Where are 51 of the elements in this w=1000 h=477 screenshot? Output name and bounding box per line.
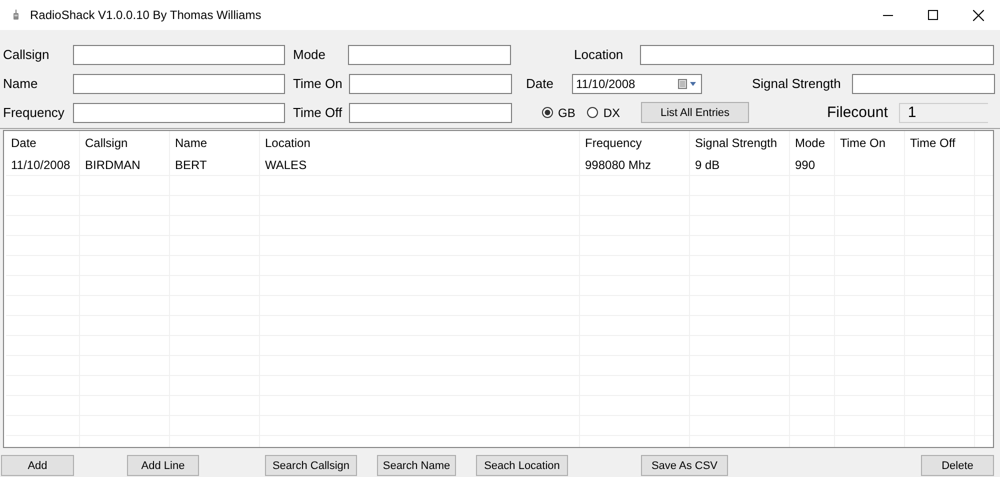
table-cell: 9 dB: [690, 156, 790, 175]
column-header[interactable]: Location: [260, 131, 580, 156]
field-label: Name: [3, 76, 39, 91]
field-label: Callsign: [3, 47, 50, 62]
window-title: RadioShack V1.0.0.10 By Thomas Williams: [30, 8, 262, 22]
action-button[interactable]: Seach Location: [476, 455, 568, 476]
column-header[interactable]: Mode: [790, 131, 835, 156]
field-label: Time Off: [293, 105, 344, 120]
calendar-dropdown-icon[interactable]: [678, 78, 698, 88]
action-button[interactable]: Search Callsign: [265, 455, 357, 476]
column-header[interactable]: Time Off: [905, 131, 975, 156]
column-header[interactable]: Date: [6, 131, 80, 156]
input-field[interactable]: [349, 74, 512, 94]
field-label: Mode: [293, 47, 327, 62]
input-field[interactable]: [73, 44, 285, 64]
table-cell: WALES: [260, 156, 580, 175]
field-label: Time On: [293, 76, 344, 91]
input-field[interactable]: [349, 102, 512, 122]
field-label: Frequency: [3, 105, 66, 120]
column-header[interactable]: Name: [170, 131, 260, 156]
table-cell: 11/10/2008: [6, 156, 80, 175]
table-cell: 998080 Mhz: [580, 156, 690, 175]
input-field[interactable]: [73, 102, 285, 122]
column-header[interactable]: Frequency: [580, 131, 690, 156]
action-button[interactable]: Delete: [921, 455, 994, 476]
table-cell: BIRDMAN: [80, 156, 170, 175]
input-field[interactable]: [348, 44, 511, 64]
date-picker[interactable]: 11/10/2008: [572, 74, 702, 94]
table-cell: BERT: [170, 156, 260, 175]
maximize-icon[interactable]: [928, 10, 938, 20]
column-header[interactable]: Callsign: [80, 131, 170, 156]
action-button[interactable]: Add Line: [127, 455, 199, 476]
field-label: Date: [526, 76, 554, 91]
field-label: Signal Strength: [752, 76, 842, 91]
radio-button[interactable]: GB: [542, 106, 576, 120]
input-field[interactable]: [73, 74, 285, 94]
column-header[interactable]: Signal Strength: [690, 131, 790, 156]
filecount-field: 1: [898, 102, 988, 122]
list-all-button[interactable]: List All Entries: [641, 102, 750, 123]
input-field[interactable]: [640, 44, 994, 64]
column-header[interactable]: Time On: [835, 131, 905, 156]
field-label: Location: [574, 47, 624, 62]
input-field[interactable]: [852, 74, 995, 94]
action-button[interactable]: Save As CSV: [641, 455, 728, 476]
radio-button[interactable]: DX: [587, 106, 620, 120]
table-cell: 990: [790, 156, 835, 175]
app-icon: [11, 8, 21, 22]
action-button[interactable]: Add: [1, 455, 74, 476]
close-icon[interactable]: [973, 10, 984, 20]
action-button[interactable]: Search Name: [377, 455, 456, 476]
filecount-label: Filecount: [827, 104, 888, 121]
